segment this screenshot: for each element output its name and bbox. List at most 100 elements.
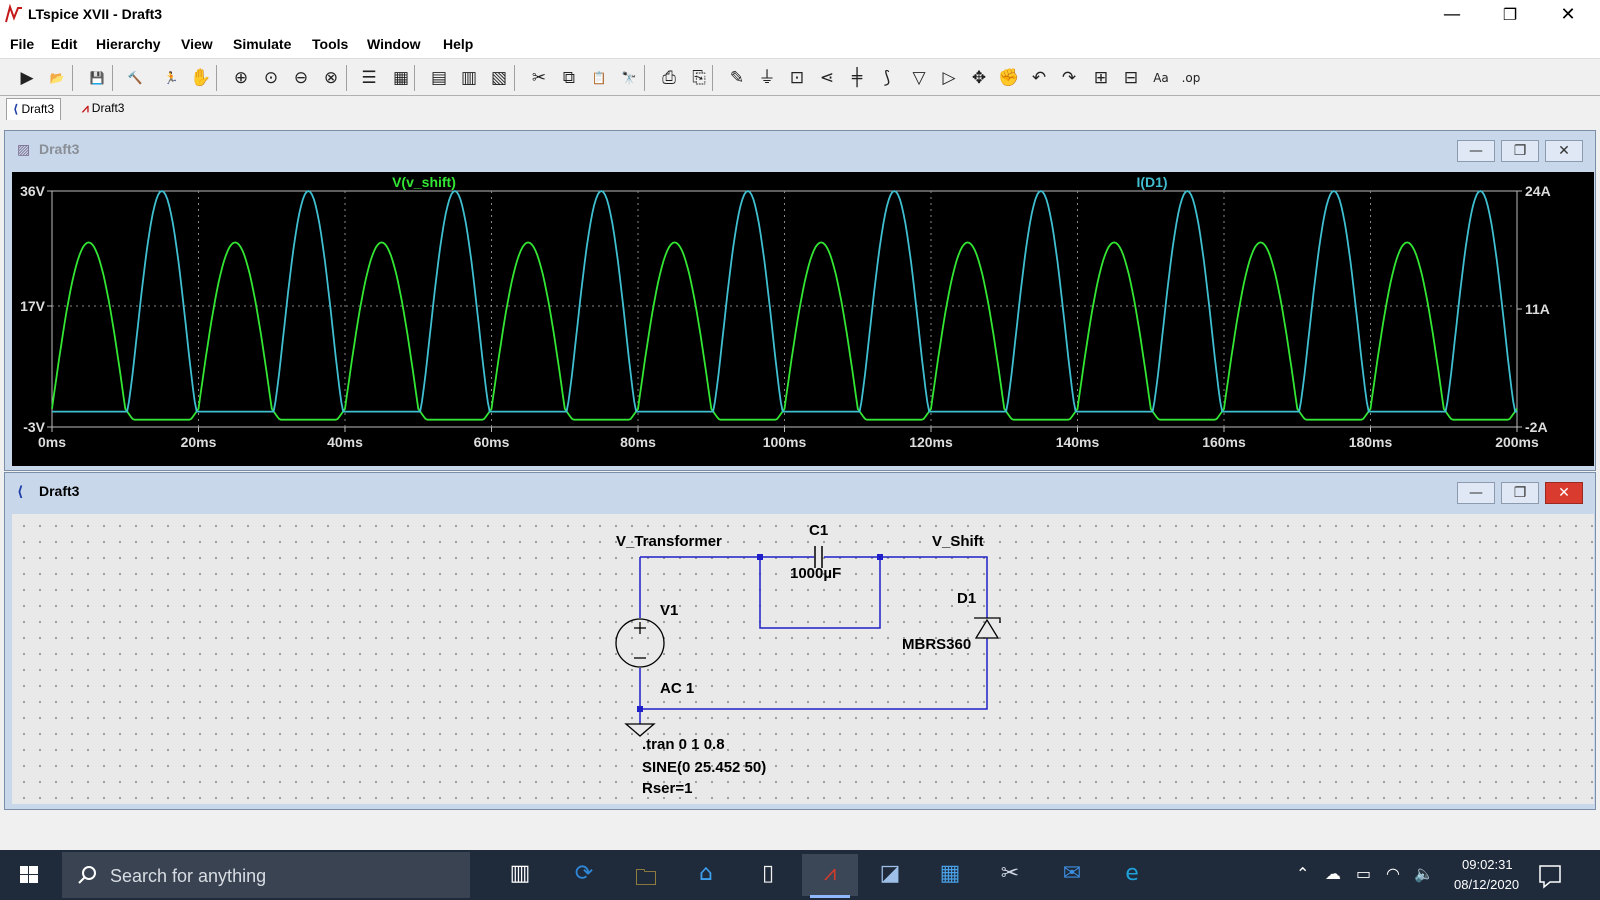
spice-directive-icon[interactable]: .op	[1178, 65, 1204, 91]
waveform-minimize-button[interactable]: —	[1457, 140, 1495, 162]
snipping-icon[interactable]: ✂	[982, 854, 1038, 896]
capacitor-value[interactable]: 1000µF	[790, 565, 841, 582]
capacitor-icon[interactable]: ╪	[844, 65, 870, 91]
onedrive-icon[interactable]: ☁	[1325, 864, 1341, 883]
minimize-button[interactable]: —	[1424, 0, 1480, 30]
resistor-icon[interactable]: ⋖	[814, 65, 840, 91]
clock-date[interactable]: 08/12/2020	[1454, 877, 1519, 892]
spice-directive-tran[interactable]: .tran 0 1 0.8	[642, 736, 725, 753]
copy-icon[interactable]: ⧉	[556, 65, 582, 91]
wire-shift[interactable]	[880, 556, 988, 618]
menu-hierarchy[interactable]: Hierarchy	[96, 36, 161, 52]
ground-symbol[interactable]	[624, 723, 656, 737]
save-icon[interactable]: 💾	[84, 65, 110, 91]
sync-icon-glyph: ⟳	[574, 861, 594, 886]
chevron-up-icon[interactable]: ⌃	[1296, 864, 1309, 883]
control-panel-icon[interactable]: 🔨	[122, 65, 148, 91]
waveform-window-titlebar[interactable]: ▨ Draft3 — ❐ ✕	[5, 131, 1595, 165]
close-button[interactable]: ✕	[1540, 0, 1596, 30]
net-label-v-transformer[interactable]: V_Transformer	[616, 533, 722, 550]
menu-view[interactable]: View	[181, 36, 213, 52]
print-icon[interactable]: ⎙	[656, 65, 682, 91]
tab-schematic[interactable]: ⟨ Draft3	[6, 98, 62, 120]
zoom-in-icon[interactable]: ⊕	[228, 65, 254, 91]
task-view-icon[interactable]: ▥	[492, 854, 548, 896]
redo-icon[interactable]: ↷	[1056, 65, 1082, 91]
undo-icon[interactable]: ↶	[1026, 65, 1052, 91]
ground-icon[interactable]: ⏚	[754, 65, 780, 91]
component-icon[interactable]: ▷	[936, 65, 962, 91]
cut-icon[interactable]: ✂	[526, 65, 552, 91]
wire-icon[interactable]: ✎	[724, 65, 750, 91]
capacitor-name[interactable]: C1	[809, 522, 828, 539]
menu-window[interactable]: Window	[367, 36, 421, 52]
tile-vertical-icon[interactable]: ▧	[486, 65, 512, 91]
library-icon[interactable]: ⌂	[678, 854, 734, 896]
search-box[interactable]: Search for anything	[62, 852, 470, 898]
waveform-window: ▨ Draft3 — ❐ ✕ 0ms 20ms 40ms 60ms 80ms 100ms 1…	[4, 130, 1596, 471]
mail-icon[interactable]: ✉	[1044, 854, 1100, 896]
tab-waveform[interactable]: ⩘ Draft3	[76, 98, 130, 120]
calculator-icon[interactable]: ▦	[922, 854, 978, 896]
inductor-icon[interactable]: ⟆	[874, 65, 900, 91]
cascade-icon[interactable]: ▥	[456, 65, 482, 91]
open-icon[interactable]: 📂	[44, 65, 70, 91]
sketch-icon[interactable]: ◪	[862, 854, 918, 896]
grid-icon[interactable]: ▦	[388, 65, 414, 91]
ltspice-icon[interactable]: ⩘	[802, 854, 858, 898]
run-icon[interactable]: 🏃	[158, 65, 184, 91]
schematic-restore-button[interactable]: ❐	[1501, 482, 1539, 504]
notepad-icon[interactable]: ▯	[740, 854, 796, 896]
halt-icon[interactable]: ✋	[188, 65, 214, 91]
menu-edit[interactable]: Edit	[51, 36, 77, 52]
diode-name[interactable]: D1	[957, 590, 976, 607]
volume-icon[interactable]: 🔈	[1414, 864, 1434, 883]
zoom-cancel-icon[interactable]: ⊗	[318, 65, 344, 91]
sync-icon[interactable]: ⟳	[556, 854, 612, 896]
diode-model[interactable]: MBRS360	[902, 636, 971, 653]
notification-icon[interactable]	[1530, 854, 1570, 896]
source-name[interactable]: V1	[660, 602, 678, 619]
menu-simulate[interactable]: Simulate	[233, 36, 291, 52]
battery-icon[interactable]: ▭	[1356, 864, 1371, 883]
schematic-window-titlebar[interactable]: ⟨ Draft3 — ❐ ✕	[5, 473, 1595, 507]
wifi-icon[interactable]: ◠	[1386, 864, 1400, 883]
diode-icon[interactable]: ▽	[906, 65, 932, 91]
schematic-drawing[interactable]	[12, 514, 1594, 804]
find-icon[interactable]: 🔭	[616, 65, 642, 91]
print-setup-icon[interactable]: ⎘	[686, 65, 712, 91]
text-icon[interactable]: Aa	[1148, 65, 1174, 91]
schematic-minimize-button[interactable]: —	[1457, 482, 1495, 504]
spice-directive-sine[interactable]: SINE(0 25.452 50)	[642, 759, 766, 776]
menu-file[interactable]: File	[10, 36, 34, 52]
net-label-v-shift[interactable]: V_Shift	[932, 533, 984, 550]
file-explorer-icon[interactable]: 🗀	[618, 854, 674, 896]
schematic-canvas[interactable]: V_Transformer V_Shift C1 1000µF V1 AC 1 …	[12, 514, 1594, 804]
zoom-out-icon[interactable]: ⊖	[288, 65, 314, 91]
rotate-icon[interactable]: ⊞	[1088, 65, 1114, 91]
move-icon[interactable]: ✥	[966, 65, 992, 91]
mirror-icon[interactable]: ⊟	[1118, 65, 1144, 91]
waveform-close-button[interactable]: ✕	[1545, 140, 1583, 162]
waveform-restore-button[interactable]: ❐	[1501, 140, 1539, 162]
drag-icon[interactable]: ✊	[996, 65, 1022, 91]
new-schematic-icon[interactable]: ▶	[14, 65, 40, 91]
schematic-close-button[interactable]: ✕	[1545, 482, 1583, 504]
start-button[interactable]	[0, 850, 58, 900]
spice-directive-rser[interactable]: Rser=1	[642, 780, 692, 797]
autorange-icon[interactable]: ☰	[356, 65, 382, 91]
waveform-plot[interactable]: 0ms 20ms 40ms 60ms 80ms 100ms 120ms 140ms 160ms 1…	[12, 172, 1594, 466]
paste-icon[interactable]: 📋	[586, 65, 612, 91]
diode-d1[interactable]	[974, 617, 1001, 639]
source-value[interactable]: AC 1	[660, 680, 694, 697]
voltage-source-v1[interactable]	[615, 618, 665, 668]
menu-help[interactable]: Help	[443, 36, 473, 52]
menu-tools[interactable]: Tools	[312, 36, 348, 52]
restore-button[interactable]: ❐	[1482, 0, 1538, 30]
waveform-chart[interactable]: 0ms 20ms 40ms 60ms 80ms 100ms 120ms 140ms 160ms 1…	[12, 172, 1594, 466]
tile-horizontal-icon[interactable]: ▤	[426, 65, 452, 91]
edge-icon[interactable]: e	[1104, 854, 1160, 896]
clock-time[interactable]: 09:02:31	[1462, 857, 1513, 872]
label-net-icon[interactable]: ⊡	[784, 65, 810, 91]
zoom-full-icon[interactable]: ⊙	[258, 65, 284, 91]
